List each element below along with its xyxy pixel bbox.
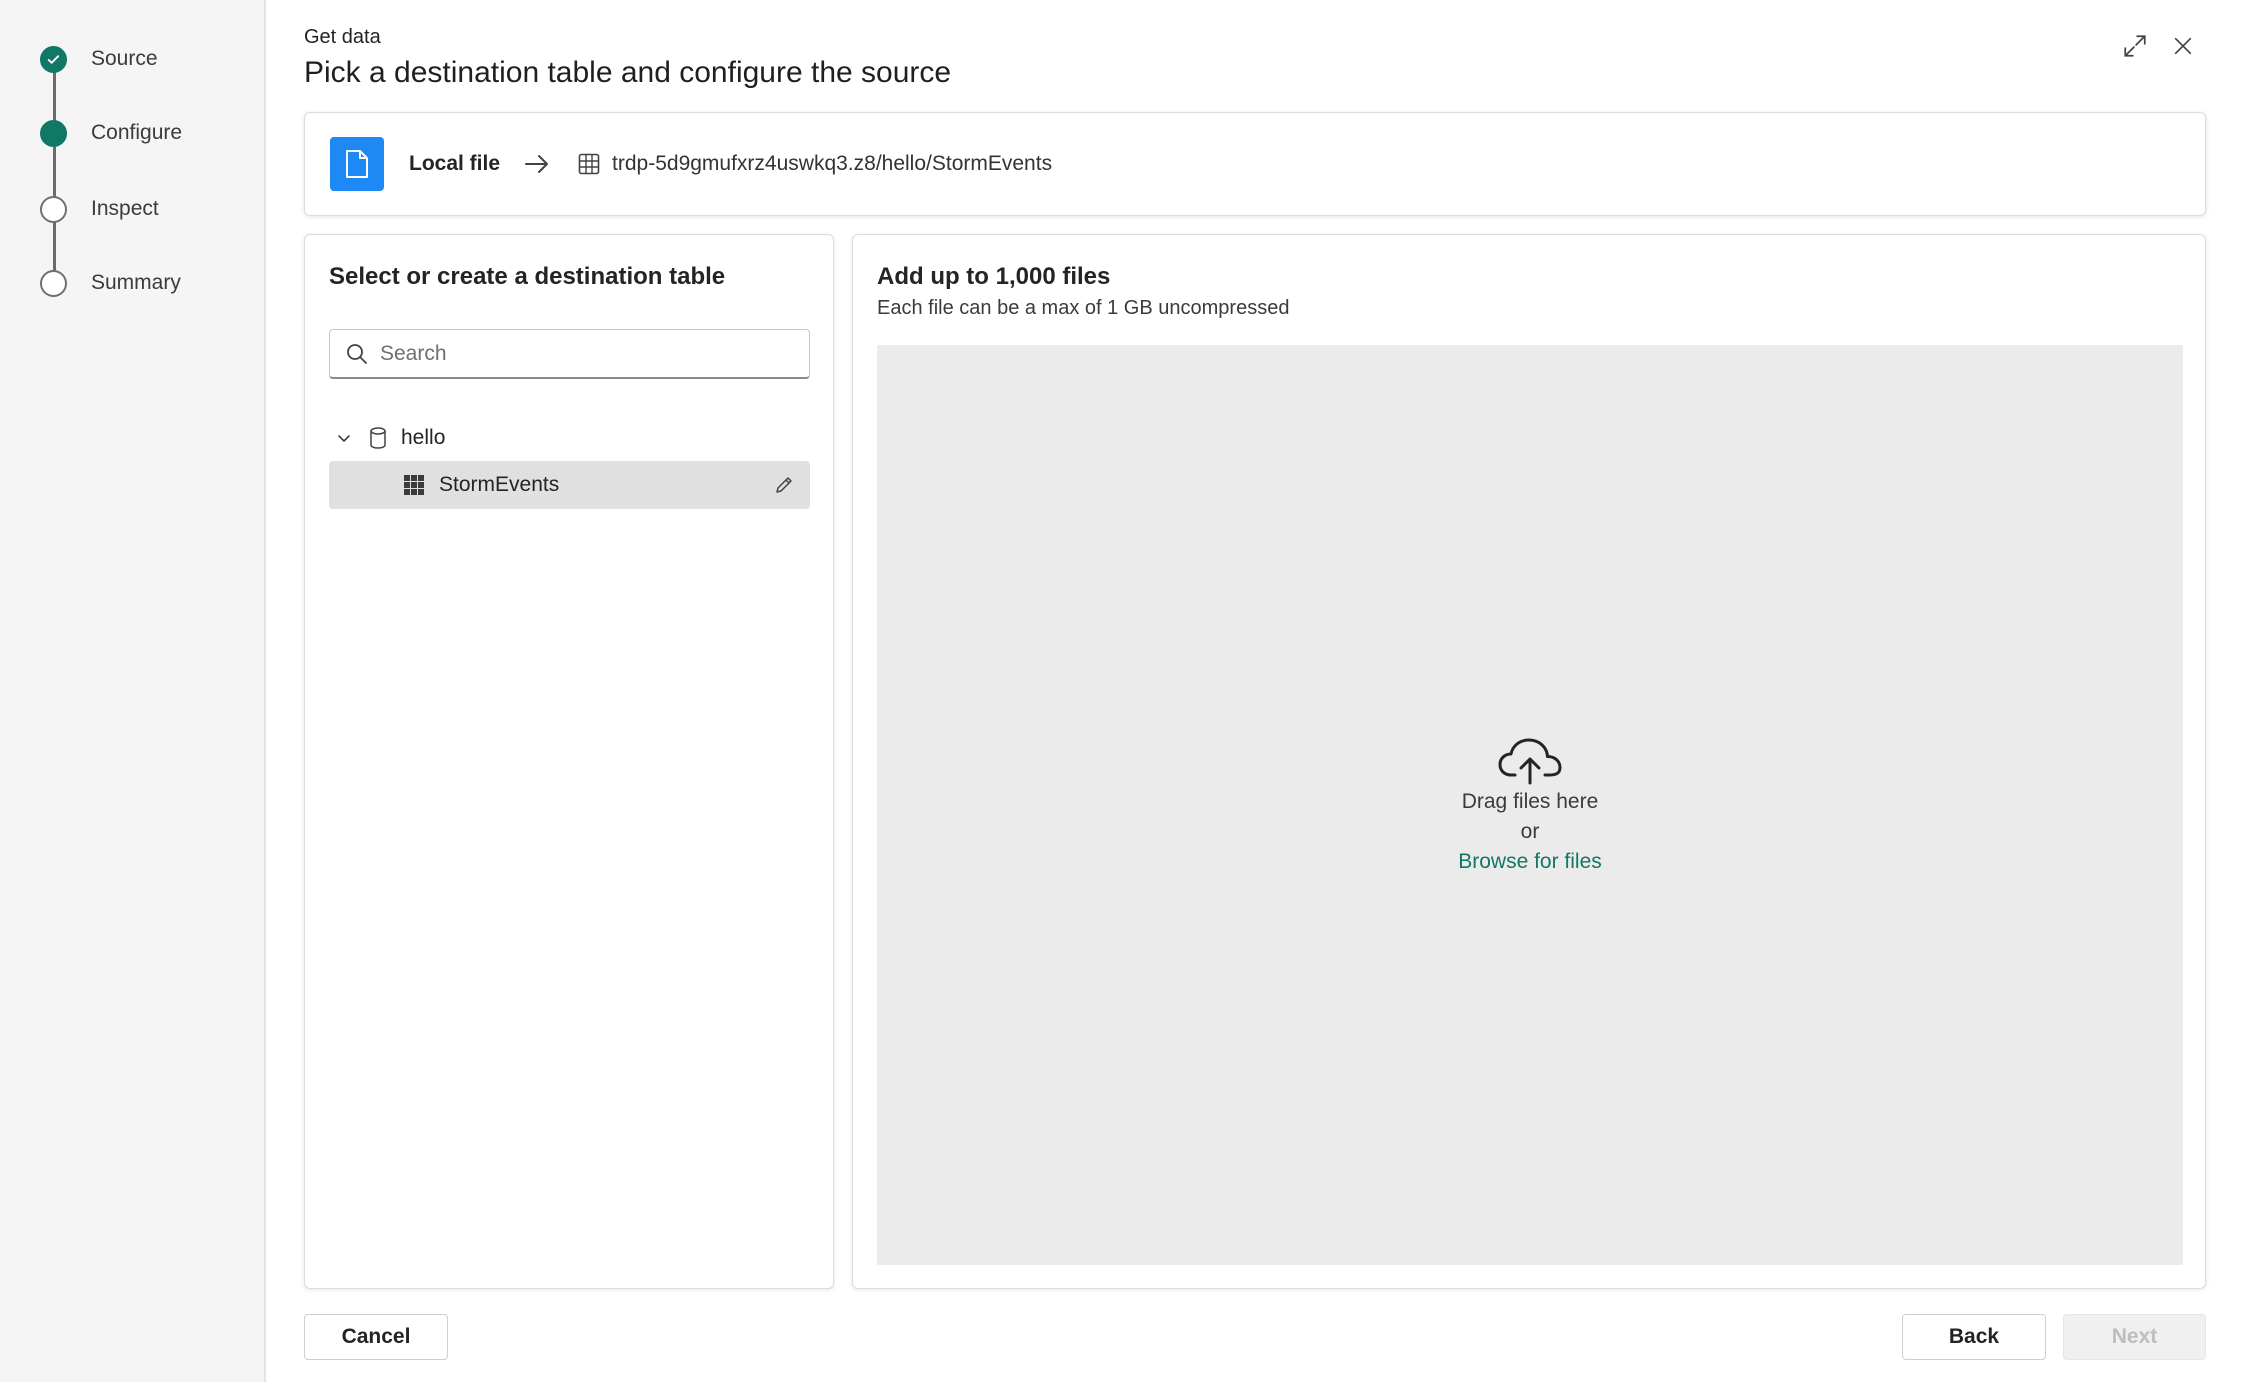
tree-item-database[interactable]: hello <box>335 421 445 455</box>
expand-icon <box>2124 35 2146 57</box>
upload-limit-text: Each file can be a max of 1 GB uncompres… <box>877 297 1290 319</box>
search-box <box>329 329 810 379</box>
dialog-subtitle: Get data <box>304 26 381 48</box>
table-label: StormEvents <box>439 473 560 496</box>
drag-files-text: Drag files here <box>1461 790 1599 813</box>
step-label: Summary <box>91 271 181 294</box>
back-button[interactable]: Back <box>1902 1314 2046 1360</box>
or-text: or <box>1520 820 1540 843</box>
search-input[interactable] <box>380 341 780 366</box>
file-icon <box>330 137 384 191</box>
database-label: hello <box>401 426 446 449</box>
step-inspect[interactable]: Inspect <box>40 194 159 224</box>
table-icon <box>578 153 600 175</box>
browse-files-link[interactable]: Browse for files <box>1458 847 1602 877</box>
arrow-right-icon <box>524 153 550 175</box>
cancel-button[interactable]: Cancel <box>304 1314 448 1360</box>
step-pending-dot <box>40 269 67 297</box>
cloud-upload-icon <box>1498 738 1562 785</box>
dropzone-content: Drag files here or Browse for files <box>877 737 2183 877</box>
step-label: Source <box>91 47 158 70</box>
next-button[interactable]: Next <box>2063 1314 2206 1360</box>
expand-button[interactable] <box>2117 28 2153 64</box>
step-pending-dot <box>40 195 67 223</box>
close-icon <box>2174 37 2192 55</box>
chevron-down-icon[interactable] <box>335 429 353 447</box>
tree-item-table[interactable]: StormEvents <box>329 461 810 509</box>
step-summary[interactable]: Summary <box>40 268 181 298</box>
edit-table-button[interactable] <box>770 471 798 499</box>
search-icon <box>347 343 367 364</box>
panel-title: Select or create a destination table <box>329 263 726 290</box>
destination-table-panel: Select or create a destination table hel… <box>304 234 834 1289</box>
file-dropzone[interactable]: Drag files here or Browse for files <box>877 345 2183 1265</box>
page-title: Pick a destination table and configure t… <box>304 56 952 89</box>
file-upload-panel: Add up to 1,000 files Each file can be a… <box>852 234 2206 1289</box>
source-destination-bar: Local file trdp-5d9gmufxrz4uswkq3.z8/hel… <box>304 112 2206 216</box>
checkmark-icon <box>40 45 67 73</box>
database-icon <box>370 427 386 449</box>
step-configure[interactable]: Configure <box>40 118 182 148</box>
destination-path: trdp-5d9gmufxrz4uswkq3.z8/hello/StormEve… <box>612 152 1053 175</box>
close-button[interactable] <box>2165 28 2201 64</box>
grid-icon <box>404 475 424 495</box>
panel-title: Add up to 1,000 files <box>877 263 1111 290</box>
step-label: Configure <box>91 121 183 144</box>
wizard-stepper: Source Configure Inspect Summary <box>0 0 266 1382</box>
pencil-icon <box>776 477 792 493</box>
step-source[interactable]: Source <box>40 44 158 74</box>
step-active-dot <box>40 119 67 147</box>
step-label: Inspect <box>91 197 159 220</box>
source-label: Local file <box>409 152 501 175</box>
